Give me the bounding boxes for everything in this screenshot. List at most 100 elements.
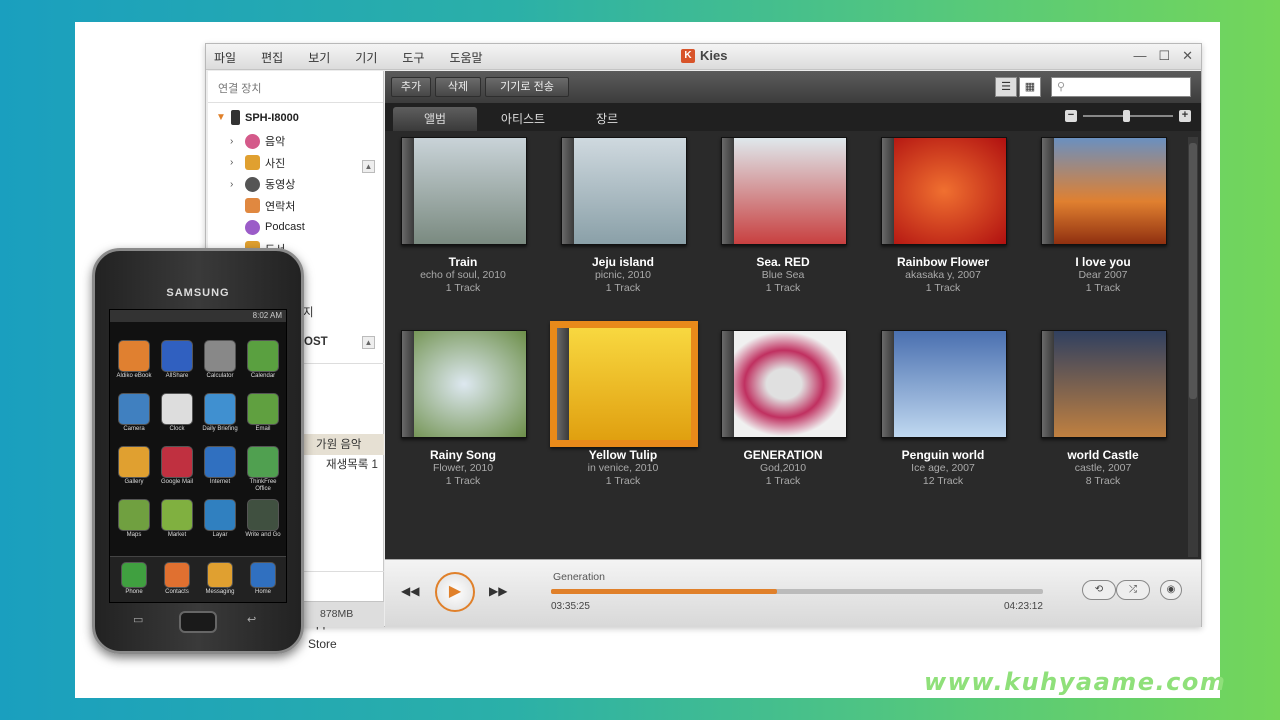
zoom-out-icon[interactable]: − <box>1065 110 1077 122</box>
app-label: Daily Briefing <box>202 426 238 432</box>
photo-icon <box>245 155 260 171</box>
app-icon <box>161 340 193 372</box>
app-label: Gallery <box>124 479 144 485</box>
tree-item-label: 사진 <box>265 157 286 170</box>
window-title-text: Kies <box>700 48 728 63</box>
film-reel-icon <box>245 176 260 192</box>
album-cover[interactable] <box>1041 330 1167 438</box>
chevron-right-icon[interactable]: › <box>230 157 240 168</box>
device-node[interactable]: ▼ SPH-I8000 <box>216 107 383 129</box>
album-cover[interactable] <box>401 137 527 245</box>
expand-down-icon[interactable]: ▼ <box>216 112 226 123</box>
delete-button[interactable]: 삭제 <box>435 77 481 97</box>
album-title: Rainbow Flower <box>896 255 989 269</box>
tree-item-music[interactable]: › 음악 <box>216 131 383 153</box>
tree-item-partial[interactable]: OST <box>304 336 328 348</box>
phone-brand: SAMSUNG <box>166 287 230 299</box>
album-cover[interactable] <box>401 330 527 438</box>
tree-item-photos[interactable]: › 사진 <box>216 152 383 174</box>
album-artist-year: echo of soul, 2010 <box>420 269 506 281</box>
menu-device[interactable]: 기기 <box>355 49 377 66</box>
album-cover[interactable] <box>881 330 1007 438</box>
album-title: Yellow Tulip <box>588 448 658 462</box>
tree-item-partial[interactable]: 지 <box>303 304 314 320</box>
album-cover[interactable] <box>1041 137 1167 245</box>
album-track-count: 1 Track <box>445 475 481 487</box>
list-view-icon[interactable]: ☰ <box>995 77 1017 97</box>
album-track-count: 1 Track <box>925 282 961 294</box>
album-track-count: 1 Track <box>765 282 801 294</box>
album-cover[interactable] <box>721 137 847 245</box>
tab-genre[interactable]: 장르 <box>569 107 645 131</box>
zoom-slider[interactable]: − + <box>1065 110 1191 122</box>
collapse-up-icon[interactable]: ▲ <box>362 160 375 173</box>
album-cover[interactable] <box>721 330 847 438</box>
tree-item-videos[interactable]: › 동영상 <box>216 174 383 196</box>
album-artist-year: Dear 2007 <box>1078 269 1128 281</box>
podcast-icon <box>245 219 260 235</box>
menu-edit[interactable]: 편집 <box>261 49 283 66</box>
progress-fill <box>551 589 778 594</box>
play-button[interactable]: ▶ <box>435 572 475 612</box>
zoom-track[interactable] <box>1083 110 1173 122</box>
phone-app-icon: Google Mail <box>157 446 197 486</box>
app-icon <box>250 562 276 588</box>
chevron-right-icon[interactable]: › <box>230 179 240 190</box>
app-icon <box>161 393 193 425</box>
phone-screen: 8:02 AM Aldiko eBook AllShare Calculator Ca… <box>109 309 287 603</box>
app-icon <box>164 562 190 588</box>
music-icon <box>245 133 260 149</box>
menu-file[interactable]: 파일 <box>214 49 236 66</box>
tab-album[interactable]: 앨범 <box>393 107 477 131</box>
repeat-button[interactable]: ⟲ <box>1082 580 1116 600</box>
album-cover[interactable] <box>561 137 687 245</box>
minimize-icon[interactable]: — <box>1133 48 1146 64</box>
playlist-item[interactable]: 재생목록 1 <box>326 456 378 472</box>
app-label: Phone <box>125 589 143 595</box>
library-item-label[interactable]: 가원 음악 <box>316 436 362 452</box>
tab-artist[interactable]: 아티스트 <box>481 107 565 131</box>
tree-item-contacts[interactable]: 연락처 <box>216 195 383 217</box>
shuffle-button[interactable]: ⤮ <box>1116 580 1150 600</box>
search-icon: ⚲ <box>1057 81 1066 93</box>
vertical-scrollbar[interactable] <box>1188 137 1198 557</box>
album-cover[interactable] <box>881 137 1007 245</box>
transfer-to-device-button[interactable]: 기기로 전송 <box>485 77 569 97</box>
menu-help[interactable]: 도움말 <box>449 49 482 66</box>
app-icon <box>118 446 150 478</box>
phone-app-icon: Email <box>243 393 283 433</box>
album-cover[interactable] <box>550 321 698 447</box>
phone-app-icon: Layar <box>200 499 240 539</box>
phone-app-icon: AllShare <box>157 340 197 380</box>
menu-view[interactable]: 보기 <box>308 49 330 66</box>
menu-tools[interactable]: 도구 <box>402 49 424 66</box>
zoom-in-icon[interactable]: + <box>1179 110 1191 122</box>
scrollbar-thumb[interactable] <box>1189 143 1197 399</box>
zoom-thumb[interactable] <box>1123 110 1130 122</box>
tree-item-podcast[interactable]: Podcast <box>216 217 383 239</box>
maximize-icon[interactable]: ☐ <box>1158 48 1170 64</box>
volume-button[interactable]: ◉ <box>1160 580 1182 600</box>
search-input[interactable]: ⚲ <box>1051 77 1191 97</box>
app-label: Market <box>167 532 187 538</box>
album-track-count: 1 Track <box>1085 282 1121 294</box>
app-icon <box>161 446 193 478</box>
previous-icon[interactable]: ◀◀ <box>401 584 419 598</box>
album-track-count: 1 Track <box>605 475 641 487</box>
chevron-right-icon[interactable]: › <box>230 136 240 147</box>
storage-text: 878MB <box>320 608 354 620</box>
next-icon[interactable]: ▶▶ <box>489 584 507 598</box>
collapse-up-icon[interactable]: ▲ <box>362 336 375 349</box>
progress-bar[interactable] <box>551 589 1043 594</box>
app-label: Contacts <box>165 589 189 595</box>
store-item[interactable]: Store <box>308 637 337 651</box>
phone-app-icon: Gallery <box>114 446 154 486</box>
close-icon[interactable]: ✕ <box>1182 48 1193 64</box>
app-icon <box>204 393 236 425</box>
back-key-icon: ↩ <box>247 614 257 626</box>
album-track-count: 12 Track <box>922 475 964 487</box>
app-icon <box>118 499 150 531</box>
app-icon <box>247 499 279 531</box>
add-button[interactable]: 추가 <box>391 77 431 97</box>
grid-view-icon[interactable]: ▦ <box>1019 77 1041 97</box>
